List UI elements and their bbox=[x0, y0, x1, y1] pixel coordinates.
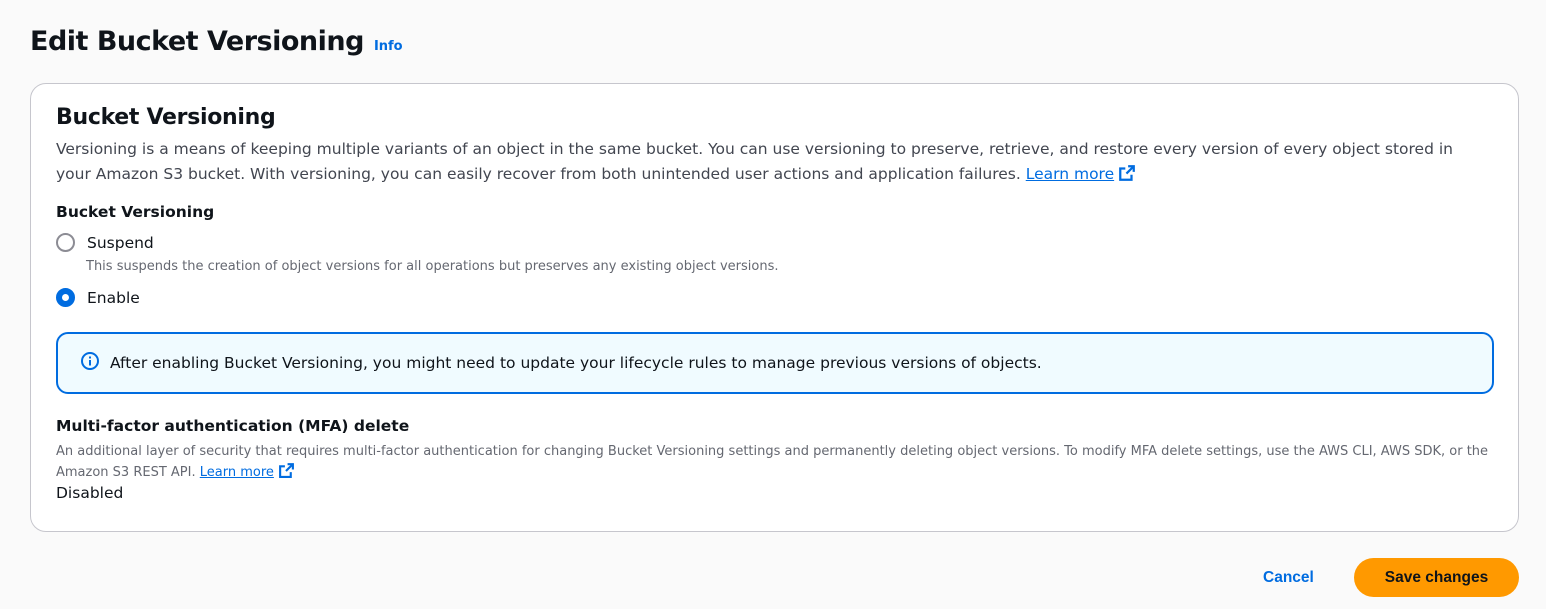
edit-bucket-versioning-page: Edit Bucket Versioning Info Bucket Versi… bbox=[0, 0, 1546, 609]
page-title: Edit Bucket Versioning bbox=[30, 26, 364, 57]
external-link-icon[interactable] bbox=[278, 462, 295, 486]
info-circle-icon bbox=[80, 351, 100, 375]
radio-suspend[interactable]: Suspend bbox=[56, 233, 154, 252]
section-description-text: Versioning is a means of keeping multipl… bbox=[56, 140, 1453, 183]
cancel-button[interactable]: Cancel bbox=[1248, 559, 1329, 597]
mfa-title: Multi-factor authentication (MFA) delete bbox=[56, 417, 410, 435]
info-alert: After enabling Bucket Versioning, you mi… bbox=[56, 332, 1494, 394]
page-header: Edit Bucket Versioning Info bbox=[30, 26, 403, 57]
mfa-learn-more-link[interactable]: Learn more bbox=[200, 465, 274, 480]
radio-enable-control[interactable] bbox=[56, 288, 75, 307]
mfa-status-value: Disabled bbox=[56, 484, 124, 502]
alert-text: After enabling Bucket Versioning, you mi… bbox=[110, 354, 1042, 372]
external-link-icon[interactable] bbox=[1118, 164, 1136, 190]
radio-suspend-description: This suspends the creation of object ver… bbox=[86, 259, 779, 274]
radio-suspend-label: Suspend bbox=[87, 233, 154, 252]
learn-more-link[interactable]: Learn more bbox=[1026, 165, 1114, 183]
mfa-description: An additional layer of security that req… bbox=[56, 441, 1496, 486]
learn-more-label: Learn more bbox=[1025, 165, 1115, 183]
radio-enable[interactable]: Enable bbox=[56, 288, 140, 307]
mfa-learn-more-label: Learn more bbox=[199, 465, 274, 480]
section-description: Versioning is a means of keeping multipl… bbox=[56, 137, 1476, 190]
info-link[interactable]: Info bbox=[374, 39, 403, 54]
bucket-versioning-panel: Bucket Versioning Versioning is a means … bbox=[30, 83, 1519, 532]
radio-suspend-control[interactable] bbox=[56, 233, 75, 252]
save-changes-button[interactable]: Save changes bbox=[1354, 558, 1519, 597]
section-title: Bucket Versioning bbox=[56, 105, 276, 130]
radio-enable-label: Enable bbox=[87, 288, 140, 307]
versioning-field-label: Bucket Versioning bbox=[56, 203, 215, 221]
